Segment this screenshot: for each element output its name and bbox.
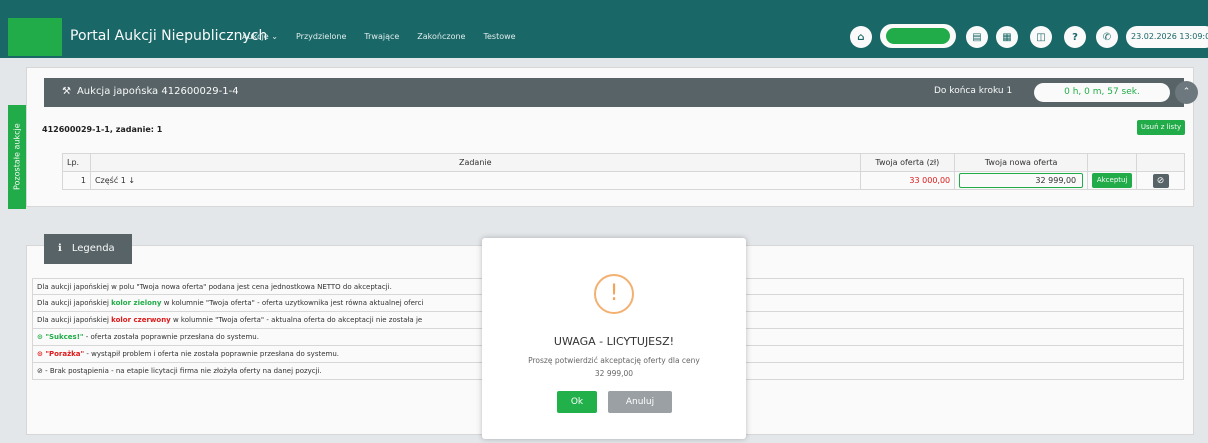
cancel-button[interactable]: Anuluj [608, 391, 672, 413]
warning-icon: ! [594, 274, 634, 314]
dialog-title: UWAGA - LICYTUJESZ! [553, 335, 675, 348]
dialog-message: Proszę potwierdzić akceptację oferty dla… [528, 356, 700, 365]
confirm-dialog: ! UWAGA - LICYTUJESZ! Proszę potwierdzić… [482, 238, 746, 439]
dialog-value: 32 999,00 [594, 369, 634, 378]
ok-button[interactable]: Ok [557, 391, 597, 413]
